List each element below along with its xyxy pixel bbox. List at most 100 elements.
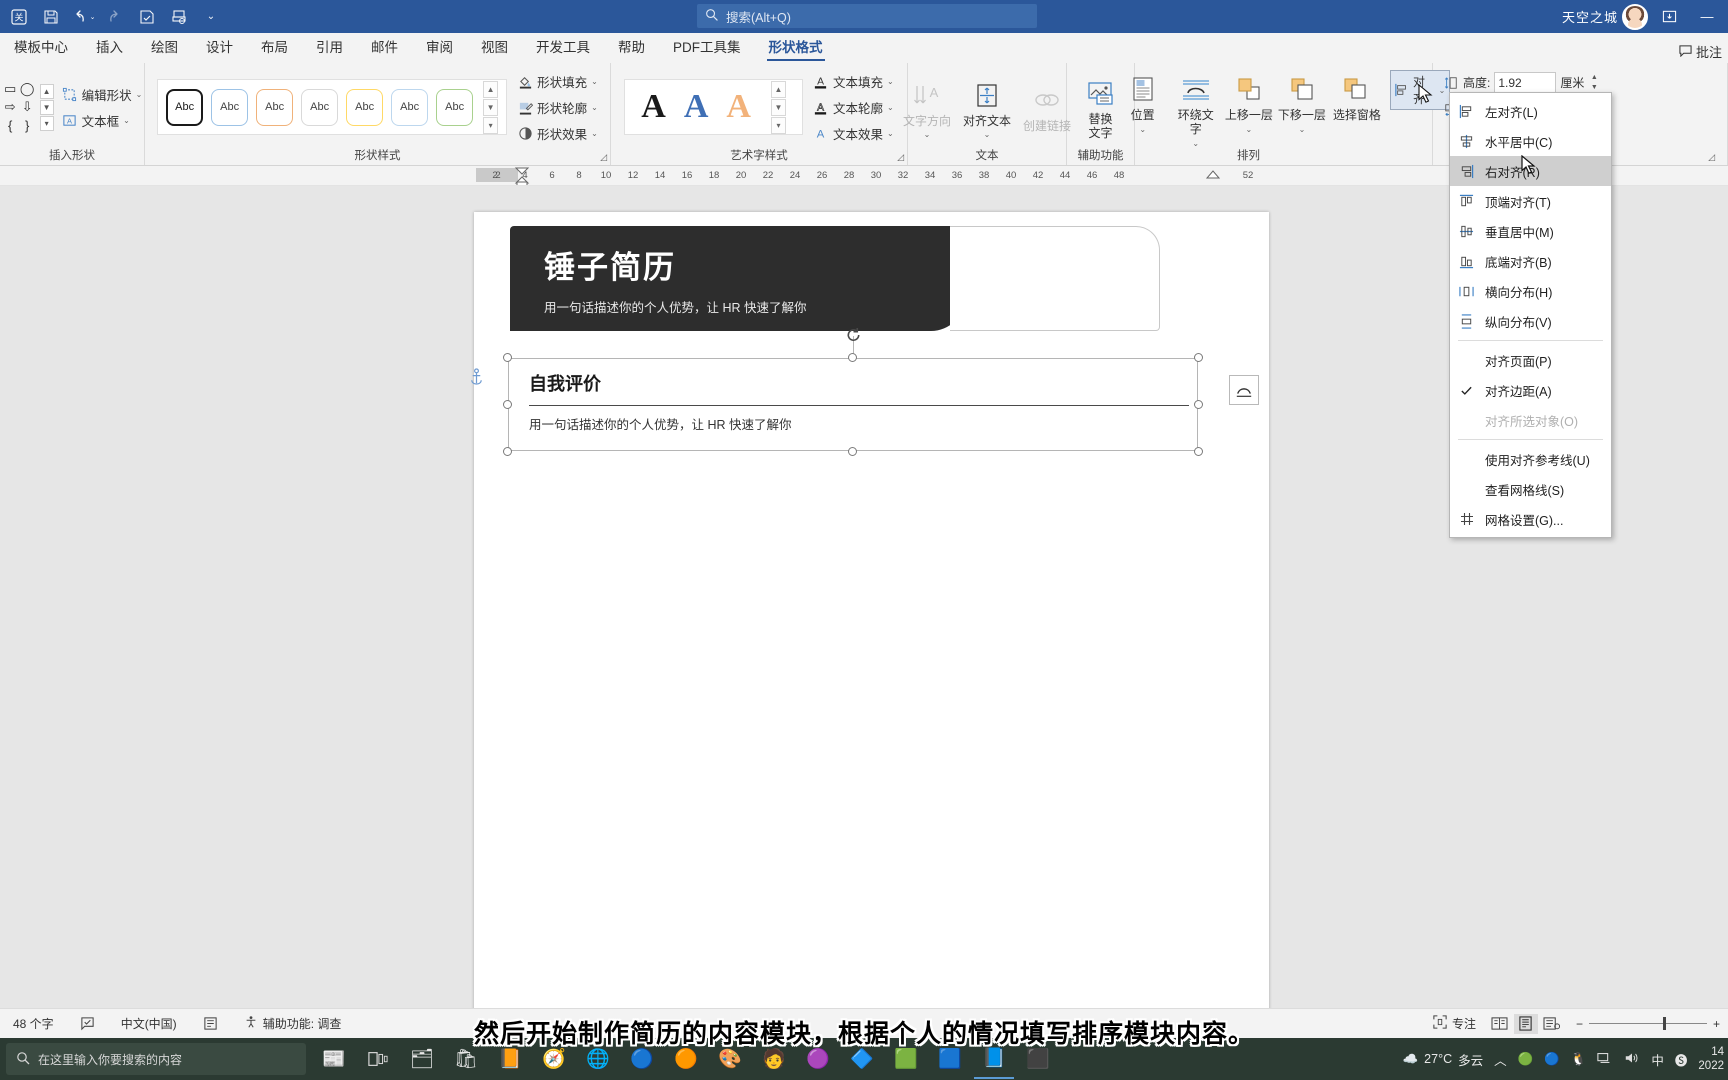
menu-item-distribute-vertical[interactable]: 纵向分布(V) <box>1450 306 1611 336</box>
scroll-down-icon[interactable]: ▼ <box>40 100 54 115</box>
tab-developer[interactable]: 开发工具 <box>522 32 604 63</box>
shape-gallery-more-icon[interactable]: ▾ <box>40 116 54 131</box>
quick-print-icon[interactable] <box>132 4 162 30</box>
chevron-down-icon[interactable]: ⌄ <box>984 130 991 139</box>
scroll-down-icon[interactable]: ▼ <box>483 99 498 116</box>
shape-styles-dialog-launcher[interactable]: ◿ <box>600 152 607 163</box>
tab-shape-format[interactable]: 形状格式 <box>755 32 837 63</box>
resize-handle-s[interactable] <box>848 447 857 456</box>
menu-item-grid-settings[interactable]: 网格设置(G)... <box>1450 504 1611 534</box>
chevron-down-icon[interactable]: ⌄ <box>591 77 598 86</box>
chevron-down-icon[interactable]: ⌄ <box>887 129 894 138</box>
textbox-button[interactable]: A 文本框 ⌄ <box>62 111 143 130</box>
right-arrow-shape-icon[interactable]: ⇨ <box>2 98 19 116</box>
undo-icon[interactable]: ⌄ <box>68 4 98 30</box>
tab-review[interactable]: 审阅 <box>412 32 467 63</box>
chevron-down-icon[interactable]: ⌄ <box>591 103 598 112</box>
text-fill-button[interactable]: A 文本填充 ⌄ <box>813 72 894 91</box>
shape-fill-button[interactable]: 形状填充 ⌄ <box>517 72 598 91</box>
ribbon-display-options-icon[interactable] <box>1652 0 1686 33</box>
position-button[interactable]: 位置 ⌄ <box>1117 69 1169 134</box>
chevron-down-icon[interactable]: ⌄ <box>136 90 143 99</box>
bring-forward-button[interactable]: 上移一层 ⌄ <box>1223 69 1275 134</box>
resize-handle-sw[interactable] <box>503 447 512 456</box>
chevron-down-icon[interactable]: ⌄ <box>1139 125 1146 134</box>
weather-widget[interactable]: ☁️ 27°C 多云 <box>1403 1050 1484 1069</box>
chevron-down-icon[interactable]: ⌄ <box>591 129 598 138</box>
resume-header-card[interactable]: 锤子简历 用一句话描述你的个人优势，让 HR 快速了解你 <box>510 226 965 331</box>
document-page[interactable]: 锤子简历 用一句话描述你的个人优势，让 HR 快速了解你 自我评价 <box>474 212 1269 1032</box>
search-box[interactable]: 搜索(Alt+Q) <box>697 4 1037 28</box>
scroll-up-icon[interactable]: ▲ <box>40 84 54 99</box>
resize-handle-nw[interactable] <box>503 353 512 362</box>
menu-item-align-to-page[interactable]: 对齐页面(P) <box>1450 345 1611 375</box>
wordart-styles-gallery[interactable]: A A A ▲ ▼ ▾ <box>624 79 803 135</box>
tab-template-center[interactable]: 模板中心 <box>0 32 82 63</box>
resize-handle-se[interactable] <box>1194 447 1203 456</box>
layout-options-button[interactable] <box>1229 375 1259 405</box>
tab-layout[interactable]: 布局 <box>247 32 302 63</box>
taskbar-search-input[interactable]: 在这里输入你要搜索的内容 <box>38 1051 182 1068</box>
avatar[interactable] <box>1622 4 1648 30</box>
stepper-up-icon[interactable]: ▲ <box>1588 73 1600 83</box>
tab-draw[interactable]: 绘图 <box>137 32 192 63</box>
shape-gallery-scroll[interactable]: ▲ ▼ ▾ <box>40 84 54 131</box>
text-outline-button[interactable]: A 文本轮廓 ⌄ <box>813 98 894 117</box>
chevron-down-icon[interactable]: ⌄ <box>887 77 894 86</box>
stepper-down-icon[interactable]: ▼ <box>1588 83 1600 93</box>
down-arrow-shape-icon[interactable]: ⇩ <box>19 98 36 116</box>
shape-palette[interactable]: ▭ ◯ ⇨ ⇩ { } <box>2 80 36 134</box>
tray-app-icon-2[interactable]: 🔵 <box>1544 1052 1560 1067</box>
tab-references[interactable]: 引用 <box>302 32 357 63</box>
right-brace-shape-icon[interactable]: } <box>19 116 36 134</box>
shape-styles-more-icon[interactable]: ▾ <box>483 117 498 134</box>
shape-style-5[interactable]: Abc <box>346 89 383 126</box>
shape-effects-button[interactable]: 形状效果 ⌄ <box>517 124 598 143</box>
menu-item-align-center[interactable]: 水平居中(C) <box>1450 126 1611 156</box>
tab-insert[interactable]: 插入 <box>82 32 137 63</box>
customize-qat-icon[interactable]: ⌄ <box>196 4 226 30</box>
align-text-button[interactable]: 对齐文本 ⌄ <box>960 75 1014 140</box>
chevron-down-icon[interactable]: ⌄ <box>123 116 130 125</box>
scroll-up-icon[interactable]: ▲ <box>483 81 498 98</box>
rectangle-shape-icon[interactable]: ▭ <box>2 80 19 98</box>
tab-mailings[interactable]: 邮件 <box>357 32 412 63</box>
chevron-down-icon[interactable]: ⌄ <box>1299 125 1306 134</box>
tab-help[interactable]: 帮助 <box>604 32 659 63</box>
shape-style-3[interactable]: Abc <box>256 89 293 126</box>
wrap-text-button[interactable]: 环绕文 字 ⌄ <box>1170 69 1222 148</box>
menu-item-align-left[interactable]: 左对齐(L) <box>1450 96 1611 126</box>
right-indent-marker[interactable] <box>1206 170 1220 182</box>
search-input[interactable]: 搜索(Alt+Q) <box>726 7 791 26</box>
wordart-styles-scroll[interactable]: ▲ ▼ ▾ <box>771 81 786 134</box>
resize-handle-n[interactable] <box>848 353 857 362</box>
left-brace-shape-icon[interactable]: { <box>2 116 19 134</box>
resize-handle-e[interactable] <box>1194 400 1203 409</box>
text-direction-button[interactable]: A 文字方向 ⌄ <box>900 75 954 140</box>
menu-item-align-bottom[interactable]: 底端对齐(B) <box>1450 246 1611 276</box>
qq-icon[interactable]: 🐧 <box>1571 1052 1587 1067</box>
shape-style-1[interactable]: Abc <box>166 89 203 126</box>
ime-indicator[interactable]: 中 <box>1651 1050 1664 1069</box>
sogou-icon[interactable]: 🅢 <box>1675 1050 1688 1069</box>
minimize-button[interactable]: — <box>1690 0 1724 33</box>
volume-icon[interactable] <box>1624 1051 1640 1068</box>
shape-height-input[interactable]: 1.92 <box>1494 72 1556 93</box>
print-preview-icon[interactable] <box>164 4 194 30</box>
wordart-style-2[interactable]: A <box>684 88 709 126</box>
comments-button[interactable]: 批注 <box>1679 42 1722 61</box>
menu-item-view-gridlines[interactable]: 查看网格线(S) <box>1450 474 1611 504</box>
shape-style-4[interactable]: Abc <box>301 89 338 126</box>
shape-styles-gallery[interactable]: Abc Abc Abc Abc Abc Abc Abc ▲ ▼ ▾ <box>157 79 507 135</box>
resize-handle-w[interactable] <box>503 400 512 409</box>
menu-item-align-top[interactable]: 顶端对齐(T) <box>1450 186 1611 216</box>
tab-design[interactable]: 设计 <box>192 32 247 63</box>
edit-shape-button[interactable]: 编辑形状 ⌄ <box>62 85 143 104</box>
chevron-down-icon[interactable]: ⌄ <box>1245 125 1252 134</box>
resize-handle-ne[interactable] <box>1194 353 1203 362</box>
chevron-down-icon[interactable]: ⌄ <box>1192 139 1199 148</box>
text-effects-button[interactable]: A 文本效果 ⌄ <box>813 124 894 143</box>
send-backward-button[interactable]: 下移一层 ⌄ <box>1276 69 1328 134</box>
menu-item-align-middle[interactable]: 垂直居中(M) <box>1450 216 1611 246</box>
network-icon[interactable] <box>1597 1051 1613 1068</box>
